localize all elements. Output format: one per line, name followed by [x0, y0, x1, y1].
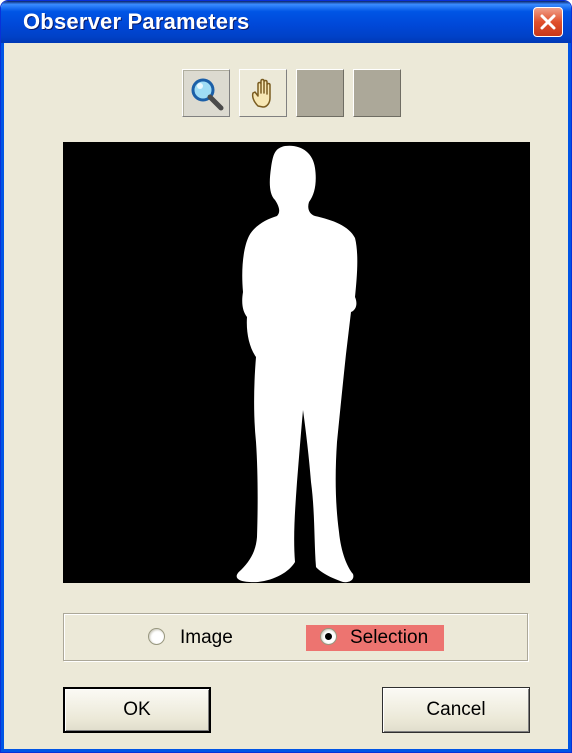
pan-tool-button[interactable] [239, 69, 287, 117]
disabled-tool-button [353, 69, 401, 117]
image-radio[interactable] [148, 628, 165, 645]
ok-button[interactable]: OK [63, 687, 211, 733]
image-preview[interactable] [63, 142, 530, 583]
silhouette-mask [236, 145, 358, 583]
close-button[interactable] [533, 7, 563, 37]
image-radio-label: Image [180, 627, 233, 648]
title-bar[interactable]: Observer Parameters [1, 1, 571, 43]
window-frame [1, 43, 4, 752]
zoom-tool-button[interactable] [182, 69, 230, 117]
disabled-tool-button [296, 69, 344, 117]
window-title: Observer Parameters [23, 9, 250, 34]
selection-radio[interactable] [320, 628, 337, 645]
window-frame [1, 749, 571, 752]
selection-radio-option[interactable]: Selection [306, 625, 444, 651]
cancel-button[interactable]: Cancel [382, 687, 530, 733]
radio-selected-dot [325, 633, 332, 640]
window-frame [568, 43, 571, 752]
hand-icon [251, 78, 271, 108]
selection-radio-label: Selection [350, 627, 429, 648]
close-icon [540, 14, 556, 30]
observer-parameters-dialog: Observer Parameters Image Selection OK C… [0, 0, 572, 753]
toolbar [182, 69, 404, 119]
magnifier-icon [191, 78, 224, 111]
view-mode-group: Image Selection [63, 613, 528, 661]
